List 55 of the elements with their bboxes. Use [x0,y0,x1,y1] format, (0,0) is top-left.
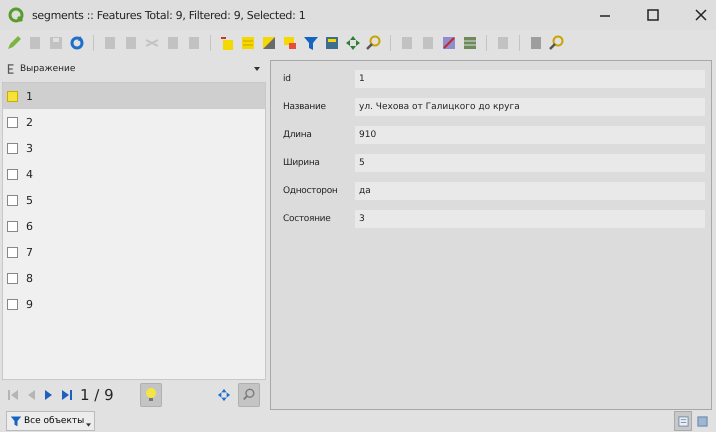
field-label: Односторон [283,186,338,196]
table-view-icon [696,416,708,426]
feature-list-item[interactable]: 7 [3,239,265,265]
invert-selection-icon[interactable] [261,35,277,51]
input-field[interactable]: 910 [355,126,705,144]
zoom-icon [242,388,256,402]
form-view-icon [678,416,688,426]
expression-icon [6,63,16,75]
zoom-toggle-button[interactable] [238,383,260,407]
zoom-icon[interactable] [366,35,382,51]
form-view-button[interactable] [674,411,692,431]
field-label: id [283,74,292,84]
record-counter: 1 / 9 [80,386,114,404]
move-to-top-icon[interactable] [324,35,340,51]
input-field[interactable]: ул. Чехова от Галицкого до круга [355,98,705,116]
input-field[interactable]: 5 [355,154,705,172]
deselect-icon[interactable] [282,35,298,51]
input-field[interactable]: да [355,182,705,200]
zoom-icon[interactable] [549,35,565,51]
delete-field-icon[interactable] [441,35,457,51]
field-label: Ширина [283,158,321,168]
field-calculator-icon[interactable] [462,35,478,51]
select-all-icon[interactable] [240,35,256,51]
refresh-icon[interactable] [69,35,85,51]
feature-list-item[interactable]: 6 [3,213,265,239]
field-label: Длина [283,130,313,140]
pan-icon[interactable] [345,35,361,51]
field-label: Состояние [283,214,332,224]
maximize-icon[interactable] [646,8,660,22]
expression-dropdown[interactable]: Выражение [0,56,266,82]
feature-list-item[interactable]: 3 [3,135,265,161]
app-logo-icon [8,7,24,23]
lightbulb-icon [144,387,157,403]
document-icon[interactable] [528,35,544,51]
filter-dropdown-button[interactable]: Все объекты [6,411,96,431]
filter-icon [10,415,22,427]
expression-select-icon[interactable] [219,35,235,51]
feature-list-item[interactable]: 4 [3,161,265,187]
highlight-toggle-button[interactable] [140,383,162,407]
pencil-icon[interactable] [6,35,22,51]
last-record-icon[interactable] [60,388,74,402]
caret-icon [254,67,260,71]
field-label: Название [283,102,327,112]
caret-icon [86,423,92,427]
filter-icon[interactable] [303,35,319,51]
feature-list-item[interactable]: 1 [3,83,265,109]
feature-list-item[interactable]: 9 [3,291,265,317]
close-icon[interactable] [694,8,708,22]
feature-list-item[interactable]: 5 [3,187,265,213]
feature-list-item[interactable]: 2 [3,109,265,135]
input-field[interactable]: 1 [355,70,705,88]
pan-icon [217,388,231,402]
feature-list-item[interactable]: 8 [3,265,265,291]
window-title: segments :: Features Total: 9, Filtered: 9, Selected: 1 [32,8,306,22]
input-field[interactable]: 3 [355,210,705,228]
